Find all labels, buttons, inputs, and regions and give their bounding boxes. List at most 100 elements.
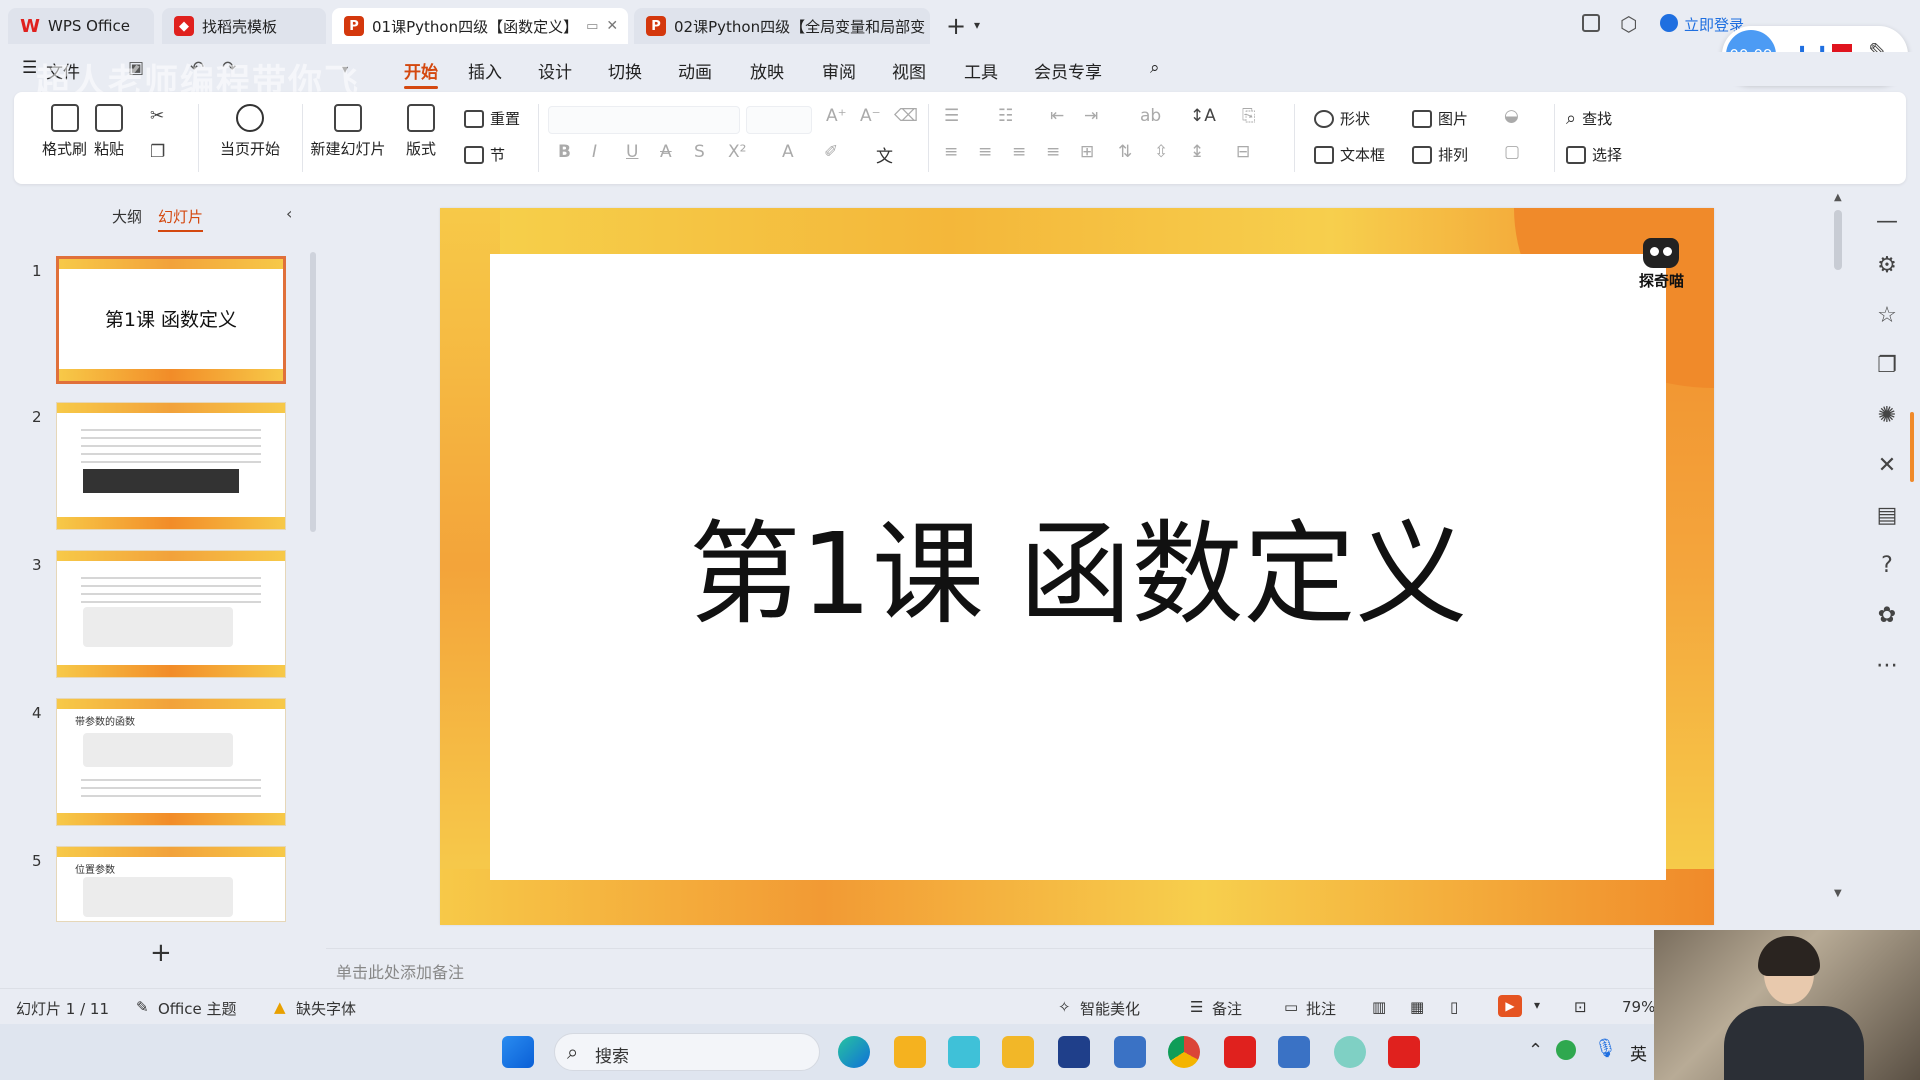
slide-thumbnail-4[interactable]: 带参数的函数 xyxy=(56,698,286,826)
layout-button[interactable]: 版式 xyxy=(406,104,436,159)
notes-pane[interactable]: 单击此处添加备注 xyxy=(326,948,1656,986)
decrease-font-icon[interactable]: A⁻ xyxy=(860,106,881,126)
tray-app-icon[interactable] xyxy=(1556,1040,1576,1060)
python-icon[interactable] xyxy=(1114,1036,1146,1068)
python-idle-icon[interactable] xyxy=(1278,1036,1310,1068)
menu-insert[interactable]: 插入 xyxy=(468,58,502,83)
ime-indicator[interactable]: 英 xyxy=(1630,1040,1647,1065)
slide-thumbnail-5[interactable]: 位置参数 xyxy=(56,846,286,922)
tab-slides[interactable]: 幻灯片 xyxy=(158,206,204,232)
font-size-select[interactable] xyxy=(746,106,812,134)
slide-scrollbar[interactable]: ▲ ▼ xyxy=(1834,192,1842,912)
distribute-icon[interactable]: ⊞ xyxy=(1080,142,1094,162)
wps-taskbar-icon[interactable] xyxy=(1388,1036,1420,1068)
reading-view-icon[interactable]: ▯ xyxy=(1450,998,1458,1016)
microphone-icon[interactable]: 🎙 xyxy=(1594,1038,1617,1059)
gear-icon[interactable]: ✿ xyxy=(1874,602,1900,628)
scroll-up-icon[interactable]: ▲ xyxy=(1834,192,1842,203)
tab-lesson-02[interactable]: P 02课Python四级【全局变量和局部变 xyxy=(634,8,930,44)
scrollbar-thumb[interactable] xyxy=(1834,210,1842,270)
windows-start-icon[interactable] xyxy=(502,1036,534,1068)
cut-icon[interactable]: ✂ xyxy=(150,106,164,126)
fit-window-icon[interactable]: ⊡ xyxy=(1574,998,1587,1016)
notes-button[interactable]: 备注 xyxy=(1212,998,1242,1019)
menu-animation[interactable]: 动画 xyxy=(678,58,712,83)
chrome-icon[interactable] xyxy=(1168,1036,1200,1068)
slide-canvas[interactable]: 第1课 函数定义 探奇喵 xyxy=(440,208,1714,925)
text-spacing-icon[interactable]: ab xyxy=(1140,106,1161,126)
menu-slideshow[interactable]: 放映 xyxy=(750,58,784,83)
smart-beautify-button[interactable]: 智能美化 xyxy=(1080,998,1140,1019)
more-icon[interactable]: ⋯ xyxy=(1874,652,1900,678)
align-left-icon[interactable]: ≡ xyxy=(944,142,958,162)
strikethrough-icon[interactable]: A xyxy=(660,142,672,162)
align-right-icon[interactable]: ≡ xyxy=(1012,142,1026,162)
find-button[interactable]: ⌕ 查找 xyxy=(1566,108,1612,129)
slideshow-play-icon[interactable]: ▶ xyxy=(1498,995,1522,1017)
menu-design[interactable]: 设计 xyxy=(538,58,572,83)
paragraph-spacing-icon[interactable]: ⇳ xyxy=(1154,142,1168,162)
edge-browser-icon[interactable] xyxy=(838,1036,870,1068)
menu-view[interactable]: 视图 xyxy=(892,58,926,83)
bold-icon[interactable]: B xyxy=(558,142,571,162)
font-color-icon[interactable]: A xyxy=(782,142,794,162)
convert-icon[interactable]: ⎘ xyxy=(1242,106,1256,126)
chevron-down-icon[interactable]: ▾ xyxy=(974,18,980,32)
panel-scrollbar[interactable] xyxy=(310,252,316,532)
superscript-icon[interactable]: X² xyxy=(728,142,746,162)
notes-app-icon[interactable] xyxy=(894,1036,926,1068)
user-avatar-icon[interactable] xyxy=(1660,14,1678,32)
taskbar-search-box[interactable]: ⌕ 搜索 xyxy=(554,1033,820,1071)
bullet-list-icon[interactable]: ☰ xyxy=(944,106,959,126)
shadow-icon[interactable]: S xyxy=(694,142,705,162)
section-button[interactable]: 节 xyxy=(464,144,505,165)
slide-title[interactable]: 第1课 函数定义 xyxy=(490,484,1666,646)
missing-font-link[interactable]: 缺失字体 xyxy=(296,998,356,1019)
reset-button[interactable]: 重置 xyxy=(464,108,520,129)
phonetic-icon[interactable]: 文 xyxy=(876,142,893,167)
play-from-current-button[interactable]: 当页开始 xyxy=(200,104,300,159)
menu-review[interactable]: 审阅 xyxy=(822,58,856,83)
spacing-menu-icon[interactable]: ↨ xyxy=(1190,142,1204,162)
window-layout-icon[interactable] xyxy=(1582,14,1600,32)
underline-icon[interactable]: U xyxy=(626,142,638,162)
feishu-icon[interactable] xyxy=(948,1036,980,1068)
align-center-icon[interactable]: ≡ xyxy=(978,142,992,162)
menu-home[interactable]: 开始 xyxy=(404,58,438,89)
scroll-down-icon[interactable]: ▼ xyxy=(1834,888,1842,899)
menu-member[interactable]: 会员专享 xyxy=(1034,58,1102,83)
add-slide-button[interactable]: + xyxy=(150,938,172,968)
text-align-box-icon[interactable]: ⊟ xyxy=(1236,142,1250,162)
shape-button[interactable]: 形状 xyxy=(1314,108,1370,129)
app-swirl-icon[interactable] xyxy=(1334,1036,1366,1068)
highlight-icon[interactable]: ✐ xyxy=(824,142,838,162)
tab-wps-office[interactable]: W WPS Office xyxy=(8,8,154,44)
theme-name[interactable]: Office 主题 xyxy=(158,998,237,1019)
new-tab-icon[interactable]: + xyxy=(946,12,966,40)
text-direction-icon[interactable]: ↕A xyxy=(1190,106,1216,126)
format-painter-button[interactable]: 格式刷 xyxy=(42,104,87,159)
copy-icon[interactable]: ❐ xyxy=(150,142,165,162)
textbox-button[interactable]: 文本框 xyxy=(1314,144,1385,165)
slide-thumbnail-3[interactable] xyxy=(56,550,286,678)
zoom-level[interactable]: 79% xyxy=(1622,998,1655,1016)
line-spacing-icon[interactable]: ⇅ xyxy=(1118,142,1132,162)
picture-button[interactable]: 图片 xyxy=(1412,108,1468,129)
outdent-icon[interactable]: ⇤ xyxy=(1050,106,1064,126)
hamburger-icon[interactable]: ☰ xyxy=(22,58,37,78)
tray-chevron-up-icon[interactable]: ⌃ xyxy=(1528,1040,1543,1061)
menu-transition[interactable]: 切换 xyxy=(608,58,642,83)
eraser-icon[interactable]: ⌫ xyxy=(894,106,918,126)
collapse-panel-icon[interactable]: ‹ xyxy=(286,204,292,223)
fill-icon[interactable]: ◒ xyxy=(1504,106,1519,126)
book-icon[interactable]: ▤ xyxy=(1874,502,1900,528)
cube-icon[interactable]: ⬡ xyxy=(1620,12,1637,36)
normal-view-icon[interactable]: ▥ xyxy=(1372,998,1386,1016)
menu-tools[interactable]: 工具 xyxy=(964,58,998,83)
slide-thumbnail-2[interactable] xyxy=(56,402,286,530)
star-icon[interactable]: ☆ xyxy=(1874,302,1900,328)
file-explorer-icon[interactable] xyxy=(1002,1036,1034,1068)
italic-icon[interactable]: I xyxy=(592,142,597,162)
outline-icon[interactable]: ▢ xyxy=(1504,142,1520,162)
properties-icon[interactable]: ⚙ xyxy=(1874,252,1900,278)
